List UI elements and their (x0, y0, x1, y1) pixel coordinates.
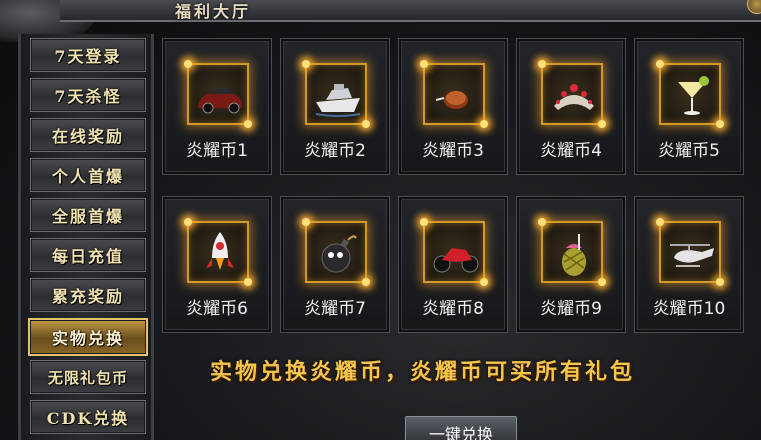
reward-slot[interactable]: 炎耀币10 (634, 196, 744, 333)
reward-icon-frame (184, 218, 252, 286)
reward-slot[interactable]: 炎耀币6 (162, 196, 272, 333)
yacht-icon (315, 84, 361, 117)
reward-slot[interactable]: 炎耀币7 (280, 196, 390, 333)
window-title: 福利大厅 (175, 2, 252, 21)
close-orb-icon[interactable] (747, 0, 761, 14)
reward-label: 炎耀币3 (422, 141, 484, 161)
bomb-icon (321, 235, 357, 273)
cocktail-icon (678, 76, 709, 115)
menu-item-server-first-drop[interactable]: 全服首爆 (30, 198, 146, 232)
reward-icon-frame (184, 60, 252, 128)
title-bar: 福利大厅 (60, 0, 761, 22)
helicopter-icon (670, 244, 714, 267)
menu-item-online-reward[interactable]: 在线奖励 (30, 118, 146, 152)
reward-slot[interactable]: 炎耀币9 (516, 196, 626, 333)
reward-icon-frame (656, 60, 724, 128)
exchange-slogan: 实物兑换炎耀币，炎耀币可买所有礼包 (210, 359, 636, 385)
menu-item-cumulative-recharge[interactable]: 累充奖励 (30, 278, 146, 312)
reward-slot[interactable]: 炎耀币8 (398, 196, 508, 333)
reward-icon-frame (538, 60, 606, 128)
reward-slot[interactable]: 炎耀币3 (398, 38, 508, 175)
menu-item-cdk-exchange[interactable]: CDK兑换 (30, 400, 146, 434)
menu-item-physical-exchange[interactable]: 实物兑换 (28, 318, 148, 356)
reward-icon-frame (420, 218, 488, 286)
reward-label: 炎耀币7 (304, 299, 366, 319)
reward-icon-frame (420, 60, 488, 128)
menu-item-personal-first-drop[interactable]: 个人首爆 (30, 158, 146, 192)
reward-slot[interactable]: 炎耀币1 (162, 38, 272, 175)
sports-car-icon (198, 88, 242, 114)
menu-item-unlimited-gift-coin[interactable]: 无限礼包币 (30, 360, 146, 394)
reward-icon-frame (538, 218, 606, 286)
menu-item-7day-login[interactable]: 7天登录 (30, 38, 146, 72)
reward-label: 炎耀币8 (422, 299, 484, 319)
reward-slot[interactable]: 炎耀币5 (634, 38, 744, 175)
reward-slot[interactable]: 炎耀币4 (516, 38, 626, 175)
reward-label: 炎耀币9 (540, 299, 602, 319)
reward-icon-frame (302, 218, 370, 286)
reward-label: 炎耀币6 (186, 299, 248, 319)
motorcycle-icon (433, 248, 479, 273)
rocket-icon (206, 232, 234, 270)
menu-item-daily-recharge[interactable]: 每日充值 (30, 238, 146, 272)
reward-label: 炎耀币1 (186, 141, 248, 161)
reward-slot[interactable]: 炎耀币2 (280, 38, 390, 175)
reward-icon-frame (302, 60, 370, 128)
coin-icon (435, 91, 468, 109)
menu-item-7day-kill[interactable]: 7天杀怪 (30, 78, 146, 112)
reward-label: 炎耀币10 (652, 299, 726, 319)
tiara-icon (554, 84, 594, 110)
reward-icon-frame (656, 218, 724, 286)
reward-label: 炎耀币4 (540, 141, 602, 161)
reward-label: 炎耀币5 (658, 141, 720, 161)
one-click-exchange-button[interactable]: 一键兑换 (405, 416, 517, 440)
reward-label: 炎耀币2 (304, 141, 366, 161)
welfare-hall-window: 福利大厅 7天登录 7天杀怪 在线奖励 个人首爆 全服首爆 每日充值 累充奖励 … (0, 0, 761, 440)
side-menu: 7天登录 7天杀怪 在线奖励 个人首爆 全服首爆 每日充值 累充奖励 实物兑换 … (18, 34, 154, 440)
pineapple-drink-icon (562, 234, 586, 276)
